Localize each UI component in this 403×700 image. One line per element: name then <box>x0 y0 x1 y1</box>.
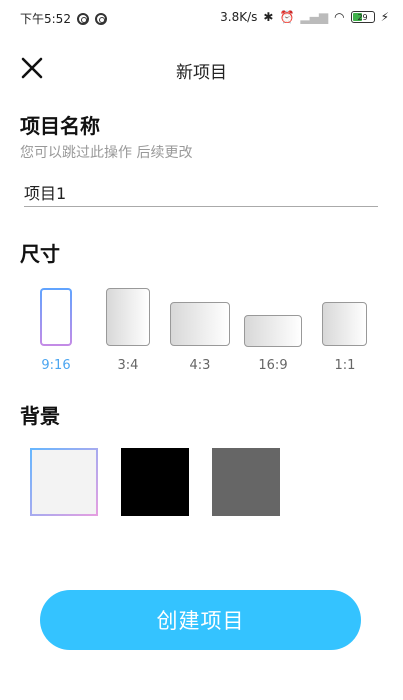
ratio-preview-9-16 <box>40 288 72 346</box>
ratio-preview-16-9 <box>244 315 302 347</box>
project-name-hint: 您可以跳过此操作 后续更改 <box>20 145 193 161</box>
notification-icon <box>76 12 89 25</box>
ratio-label-16-9: 16:9 <box>258 358 288 373</box>
battery-icon: 29 <box>350 11 375 23</box>
notification-icon-2 <box>94 12 107 25</box>
alarm-icon: ⏰ <box>279 10 295 24</box>
page-title: 新项目 <box>176 63 227 83</box>
background-option-white[interactable] <box>30 448 98 516</box>
status-left: 下午5:52 <box>20 10 107 27</box>
title-bar: 新项目 <box>0 48 403 88</box>
ratio-preview-4-3 <box>170 302 230 346</box>
signal-icon: ▂▄▆ <box>300 10 329 24</box>
background-option-black[interactable] <box>121 448 189 516</box>
project-name-heading: 项目名称 <box>20 114 100 138</box>
ratio-label-4-3: 4:3 <box>189 358 211 373</box>
ratio-preview-3-4 <box>106 288 150 346</box>
status-right: 3.8K/s ✱ ⏰ ▂▄▆ ◠ 29 ⚡ <box>220 10 389 24</box>
bluetooth-icon: ✱ <box>263 10 274 24</box>
network-speed: 3.8K/s <box>220 10 258 24</box>
create-project-button[interactable]: 创建项目 <box>40 590 361 650</box>
ratio-label-1-1: 1:1 <box>334 358 356 373</box>
ratio-label-9-16: 9:16 <box>41 358 71 373</box>
background-option-gray[interactable] <box>212 448 280 516</box>
battery-level: 29 <box>357 12 368 22</box>
ratio-label-3-4: 3:4 <box>117 358 139 373</box>
wifi-icon: ◠ <box>334 10 345 24</box>
background-heading: 背景 <box>20 404 60 428</box>
project-name-input[interactable] <box>24 178 378 207</box>
charging-icon: ⚡ <box>380 10 389 24</box>
size-heading: 尺寸 <box>20 242 60 266</box>
status-bar: 下午5:52 3.8K/s ✱ ⏰ ▂▄▆ ◠ 29 ⚡ <box>0 0 403 36</box>
ratio-preview-1-1 <box>322 302 367 346</box>
status-time: 下午5:52 <box>20 12 71 26</box>
